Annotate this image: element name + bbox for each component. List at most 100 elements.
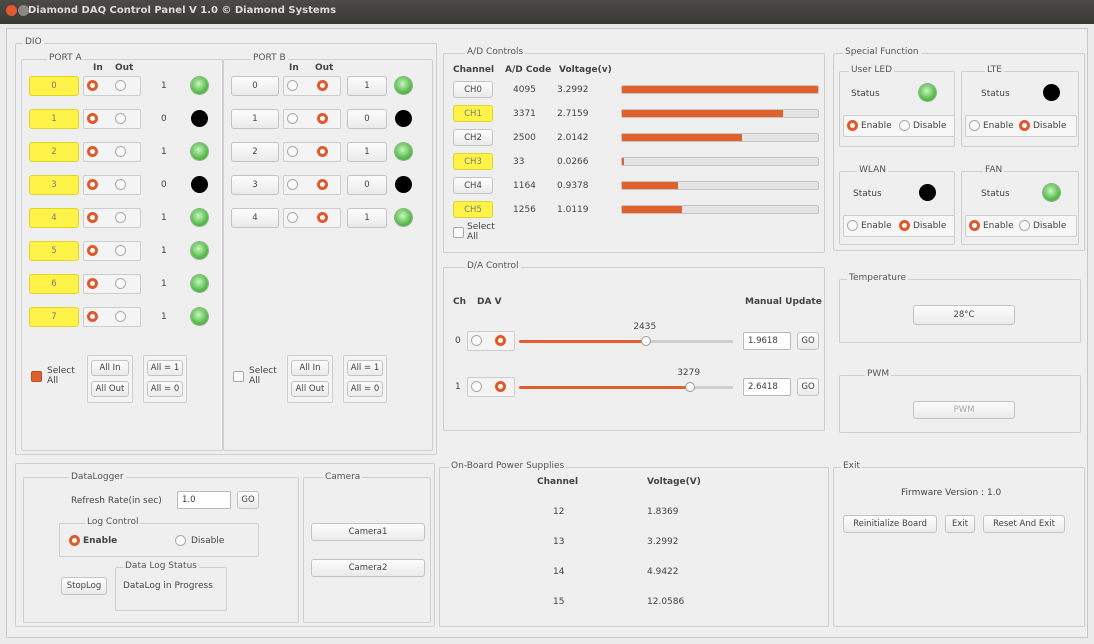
port-a-in-radio[interactable] bbox=[87, 80, 98, 91]
port-b-in-radio[interactable] bbox=[287, 113, 298, 124]
camera1-button[interactable]: Camera1 bbox=[311, 523, 425, 541]
da-mode-radio-2[interactable] bbox=[495, 381, 506, 392]
port-b-in-radio[interactable] bbox=[287, 146, 298, 157]
port-a-out-radio[interactable] bbox=[115, 179, 126, 190]
port-a-in-radio[interactable] bbox=[87, 245, 98, 256]
ad-channel-button[interactable]: CH0 bbox=[453, 81, 493, 98]
port-a-all-0-button[interactable]: All = 0 bbox=[147, 381, 183, 397]
port-a-channel-button[interactable]: 2 bbox=[29, 142, 79, 162]
port-b-value-button[interactable]: 0 bbox=[347, 175, 387, 195]
wlan-enable-radio[interactable] bbox=[847, 220, 858, 231]
close-window-icon[interactable] bbox=[6, 5, 17, 16]
port-b-value-button[interactable]: 1 bbox=[347, 76, 387, 96]
user-led-disable-radio[interactable] bbox=[899, 120, 910, 131]
port-a-out-radio[interactable] bbox=[115, 113, 126, 124]
port-b-all-in-button[interactable]: All In bbox=[291, 360, 329, 376]
port-b-out-radio[interactable] bbox=[317, 80, 328, 91]
ad-voltage-bar-fill bbox=[622, 158, 624, 165]
log-control-title: Log Control bbox=[85, 517, 141, 527]
port-b-out-radio[interactable] bbox=[317, 212, 328, 223]
power-voltage-value: 4.9422 bbox=[647, 567, 679, 577]
temperature-title: Temperature bbox=[847, 273, 909, 283]
port-b-value-button[interactable]: 1 bbox=[347, 142, 387, 162]
port-a-in-radio[interactable] bbox=[87, 278, 98, 289]
ad-channel-button[interactable]: CH4 bbox=[453, 177, 493, 194]
lte-enable-radio[interactable] bbox=[969, 120, 980, 131]
port-b-out-radio[interactable] bbox=[317, 146, 328, 157]
da-mode-radio-2[interactable] bbox=[495, 335, 506, 346]
port-b-select-all-checkbox[interactable] bbox=[233, 371, 244, 382]
da-go-button[interactable]: GO bbox=[797, 332, 819, 350]
port-b-in-radio[interactable] bbox=[287, 80, 298, 91]
refresh-rate-go-button[interactable]: GO bbox=[237, 491, 259, 509]
port-b-channel-button[interactable]: 4 bbox=[231, 208, 279, 228]
port-a-out-radio[interactable] bbox=[115, 146, 126, 157]
port-b-status-led bbox=[395, 176, 412, 193]
port-a-in-radio[interactable] bbox=[87, 113, 98, 124]
fan-enable-radio[interactable] bbox=[969, 220, 980, 231]
port-b-in-radio[interactable] bbox=[287, 179, 298, 190]
refresh-rate-input[interactable]: 1.0 bbox=[177, 491, 231, 509]
port-a-channel-button[interactable]: 1 bbox=[29, 109, 79, 129]
port-a-in-radio[interactable] bbox=[87, 146, 98, 157]
port-a-out-radio[interactable] bbox=[115, 80, 126, 91]
port-a-out-radio[interactable] bbox=[115, 212, 126, 223]
port-a-select-all-checkbox[interactable] bbox=[31, 371, 42, 382]
reset-and-exit-button[interactable]: Reset And Exit bbox=[983, 515, 1065, 533]
port-b-channel-button[interactable]: 2 bbox=[231, 142, 279, 162]
da-voltage-input[interactable]: 1.9618 bbox=[743, 332, 791, 350]
da-slider-track[interactable] bbox=[519, 340, 733, 343]
port-a-channel-button[interactable]: 5 bbox=[29, 241, 79, 261]
port-b-out-radio[interactable] bbox=[317, 113, 328, 124]
port-a-in-radio[interactable] bbox=[87, 311, 98, 322]
port-a-out-radio[interactable] bbox=[115, 311, 126, 322]
da-voltage-input[interactable]: 2.6418 bbox=[743, 378, 791, 396]
port-a-in-radio[interactable] bbox=[87, 212, 98, 223]
port-a-out-radio[interactable] bbox=[115, 245, 126, 256]
port-b-channel-button[interactable]: 1 bbox=[231, 109, 279, 129]
port-b-all-0-button[interactable]: All = 0 bbox=[347, 381, 383, 397]
da-mode-radio-1[interactable] bbox=[471, 335, 482, 346]
camera2-button[interactable]: Camera2 bbox=[311, 559, 425, 577]
ad-select-all-checkbox[interactable] bbox=[453, 227, 464, 238]
port-b-all-1-button[interactable]: All = 1 bbox=[347, 360, 383, 376]
port-a-out-radio[interactable] bbox=[115, 278, 126, 289]
port-b-channel-button[interactable]: 3 bbox=[231, 175, 279, 195]
port-a-all-1-button[interactable]: All = 1 bbox=[147, 360, 183, 376]
port-a-all-out-button[interactable]: All Out bbox=[91, 381, 129, 397]
port-a-all-in-button[interactable]: All In bbox=[91, 360, 129, 376]
log-disable-radio[interactable] bbox=[175, 535, 186, 546]
port-a-out-header: Out bbox=[115, 63, 134, 73]
lte-disable-radio[interactable] bbox=[1019, 120, 1030, 131]
da-mode-radio-1[interactable] bbox=[471, 381, 482, 392]
port-a-status-led bbox=[191, 77, 208, 94]
log-enable-radio[interactable] bbox=[69, 535, 80, 546]
port-b-all-out-button[interactable]: All Out bbox=[291, 381, 329, 397]
port-b-value-button[interactable]: 1 bbox=[347, 208, 387, 228]
port-b-value-button[interactable]: 0 bbox=[347, 109, 387, 129]
fan-disable-radio[interactable] bbox=[1019, 220, 1030, 231]
main-window: DIO PORT A In Out Select All All In All … bbox=[6, 28, 1088, 638]
exit-button[interactable]: Exit bbox=[945, 515, 975, 533]
port-a-channel-button[interactable]: 7 bbox=[29, 307, 79, 327]
port-a-channel-button[interactable]: 6 bbox=[29, 274, 79, 294]
port-a-channel-button[interactable]: 4 bbox=[29, 208, 79, 228]
ad-channel-button[interactable]: CH5 bbox=[453, 201, 493, 218]
wlan-disable-radio[interactable] bbox=[899, 220, 910, 231]
ad-channel-button[interactable]: CH2 bbox=[453, 129, 493, 146]
stop-log-button[interactable]: StopLog bbox=[61, 577, 107, 595]
pwm-button[interactable]: PWM bbox=[913, 401, 1015, 419]
port-b-out-radio[interactable] bbox=[317, 179, 328, 190]
user-led-enable-radio[interactable] bbox=[847, 120, 858, 131]
port-b-in-radio[interactable] bbox=[287, 212, 298, 223]
port-b-channel-button[interactable]: 0 bbox=[231, 76, 279, 96]
ad-channel-button[interactable]: CH1 bbox=[453, 105, 493, 122]
port-a-in-radio[interactable] bbox=[87, 179, 98, 190]
port-a-channel-button[interactable]: 3 bbox=[29, 175, 79, 195]
da-go-button[interactable]: GO bbox=[797, 378, 819, 396]
port-a-channel-button[interactable]: 0 bbox=[29, 76, 79, 96]
reinitialize-board-button[interactable]: Reinitialize Board bbox=[843, 515, 937, 533]
port-a-in-header: In bbox=[93, 63, 103, 73]
da-slider-track[interactable] bbox=[519, 386, 733, 389]
ad-channel-button[interactable]: CH3 bbox=[453, 153, 493, 170]
